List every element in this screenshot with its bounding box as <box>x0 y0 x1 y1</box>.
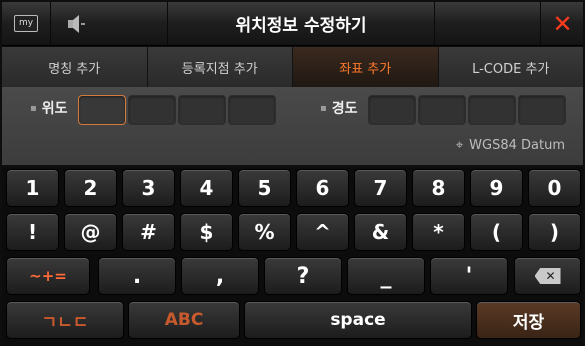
latitude-field-1[interactable] <box>78 95 126 125</box>
key-5[interactable]: 5 <box>238 169 291 207</box>
key-at[interactable]: @ <box>64 213 117 251</box>
bullet-icon: ▪ <box>320 103 327 114</box>
page-title: 위치정보 수정하기 <box>235 16 367 36</box>
key-caret[interactable]: ^ <box>296 213 349 251</box>
bullet-icon: ▪ <box>30 103 37 114</box>
crosshair-icon: ⌖ <box>455 138 464 153</box>
latitude-field-3[interactable] <box>178 95 226 125</box>
key-open-paren[interactable]: ( <box>470 213 523 251</box>
longitude-label: ▪ 경도 <box>320 101 358 117</box>
backspace-icon: ✕ <box>534 268 561 284</box>
key-apostrophe[interactable]: ' <box>430 257 508 295</box>
my-badge: my <box>14 15 38 32</box>
key-hash[interactable]: # <box>122 213 175 251</box>
datum-label: ⌖ WGS84 Datum <box>455 138 565 153</box>
key-9[interactable]: 9 <box>470 169 523 207</box>
sound-button[interactable] <box>50 2 168 45</box>
close-button[interactable]: ✕ <box>540 2 584 45</box>
key-question[interactable]: ? <box>264 257 342 295</box>
keyboard: 1 2 3 4 5 6 7 8 9 0 ! @ # $ % ^ & * ( ) … <box>2 167 583 346</box>
backspace-key[interactable]: ✕ <box>514 257 581 295</box>
speaker-icon <box>68 14 85 33</box>
key-asterisk[interactable]: * <box>412 213 465 251</box>
key-4[interactable]: 4 <box>180 169 233 207</box>
tab-lcode-add[interactable]: L-CODE 추가 <box>438 47 583 87</box>
symbols-toggle-key[interactable]: ~+= <box>6 257 90 295</box>
space-key[interactable]: space <box>244 301 472 339</box>
save-button[interactable]: 저장 <box>476 301 581 339</box>
key-close-paren[interactable]: ) <box>528 213 581 251</box>
close-icon: ✕ <box>552 9 573 38</box>
latitude-label: ▪ 위도 <box>30 101 68 117</box>
longitude-field-2[interactable] <box>418 95 466 125</box>
key-ampersand[interactable]: & <box>354 213 407 251</box>
key-exclamation[interactable]: ! <box>6 213 59 251</box>
key-dollar[interactable]: $ <box>180 213 233 251</box>
tab-registered-place-add[interactable]: 등록지점 추가 <box>147 47 293 87</box>
key-2[interactable]: 2 <box>64 169 117 207</box>
tab-coordinate-add[interactable]: 좌표 추가 <box>293 47 439 87</box>
latitude-field-2[interactable] <box>128 95 176 125</box>
key-7[interactable]: 7 <box>354 169 407 207</box>
key-1[interactable]: 1 <box>6 169 59 207</box>
title-bar: my 위치정보 수정하기 ✕ <box>2 2 583 46</box>
key-percent[interactable]: % <box>238 213 291 251</box>
latitude-field-4[interactable] <box>228 95 276 125</box>
tab-name-add[interactable]: 명칭 추가 <box>2 47 148 87</box>
key-period[interactable]: . <box>98 257 176 295</box>
longitude-field-4[interactable] <box>518 95 566 125</box>
key-6[interactable]: 6 <box>296 169 349 207</box>
coordinate-panel: ▪ 위도 ▪ 경도 ⌖ WGS84 Datum <box>2 87 583 165</box>
key-comma[interactable]: , <box>181 257 259 295</box>
key-0[interactable]: 0 <box>528 169 581 207</box>
key-3[interactable]: 3 <box>122 169 175 207</box>
longitude-field-3[interactable] <box>468 95 516 125</box>
abc-mode-key[interactable]: ABC <box>128 301 240 339</box>
title-spacer <box>434 2 541 45</box>
tab-bar: 명칭 추가 등록지점 추가 좌표 추가 L-CODE 추가 <box>2 47 583 87</box>
korean-mode-key[interactable]: ㄱㄴㄷ <box>6 301 124 339</box>
my-button[interactable]: my <box>2 2 51 45</box>
longitude-field-1[interactable] <box>368 95 416 125</box>
key-underscore[interactable]: _ <box>347 257 425 295</box>
key-8[interactable]: 8 <box>412 169 465 207</box>
app-window: my 위치정보 수정하기 ✕ 명칭 추가 등록지점 추가 좌표 추가 L-COD… <box>0 0 585 346</box>
